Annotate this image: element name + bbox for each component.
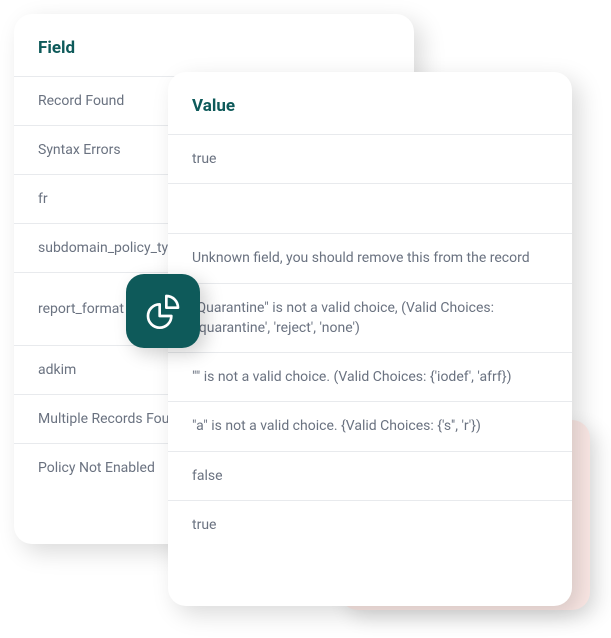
value-row: true [168, 500, 572, 549]
value-row: "" is not a valid choice. (Valid Choices… [168, 352, 572, 401]
field-row-label: Syntax Errors [38, 140, 121, 160]
field-row-label: Record Found [38, 91, 124, 111]
value-row: false [168, 451, 572, 500]
field-row-label: Policy Not Enabled [38, 458, 155, 478]
value-card-header: Value [168, 72, 572, 134]
value-row: "Quarantine" is not a valid choice, (Val… [168, 283, 572, 353]
value-row-text: "" is not a valid choice. (Valid Choices… [192, 367, 511, 387]
field-row-label: adkim [38, 360, 76, 380]
field-card-header: Field [14, 14, 414, 76]
value-row-text: true [192, 149, 216, 169]
value-row-text: Unknown field, you should remove this fr… [192, 248, 530, 268]
chart-icon-badge [126, 274, 200, 348]
value-row-text: true [192, 515, 216, 535]
value-row-text: false [192, 466, 223, 486]
value-row: "a" is not a valid choice. {Valid Choice… [168, 401, 572, 450]
value-card: Value true Unknown field, you should rem… [168, 72, 572, 606]
value-row: Unknown field, you should remove this fr… [168, 233, 572, 282]
pie-chart-icon [143, 291, 183, 331]
value-row-text: "a" is not a valid choice. {Valid Choice… [192, 416, 481, 436]
field-row-label: fr [38, 189, 48, 209]
value-row [168, 183, 572, 233]
value-row: true [168, 134, 572, 183]
field-row-label: subdomain_policy_type [38, 238, 183, 258]
field-row-label: Multiple Records Found [38, 409, 185, 429]
field-row-label: report_format [38, 299, 124, 319]
value-row-text: "Quarantine" is not a valid choice, (Val… [192, 298, 548, 339]
